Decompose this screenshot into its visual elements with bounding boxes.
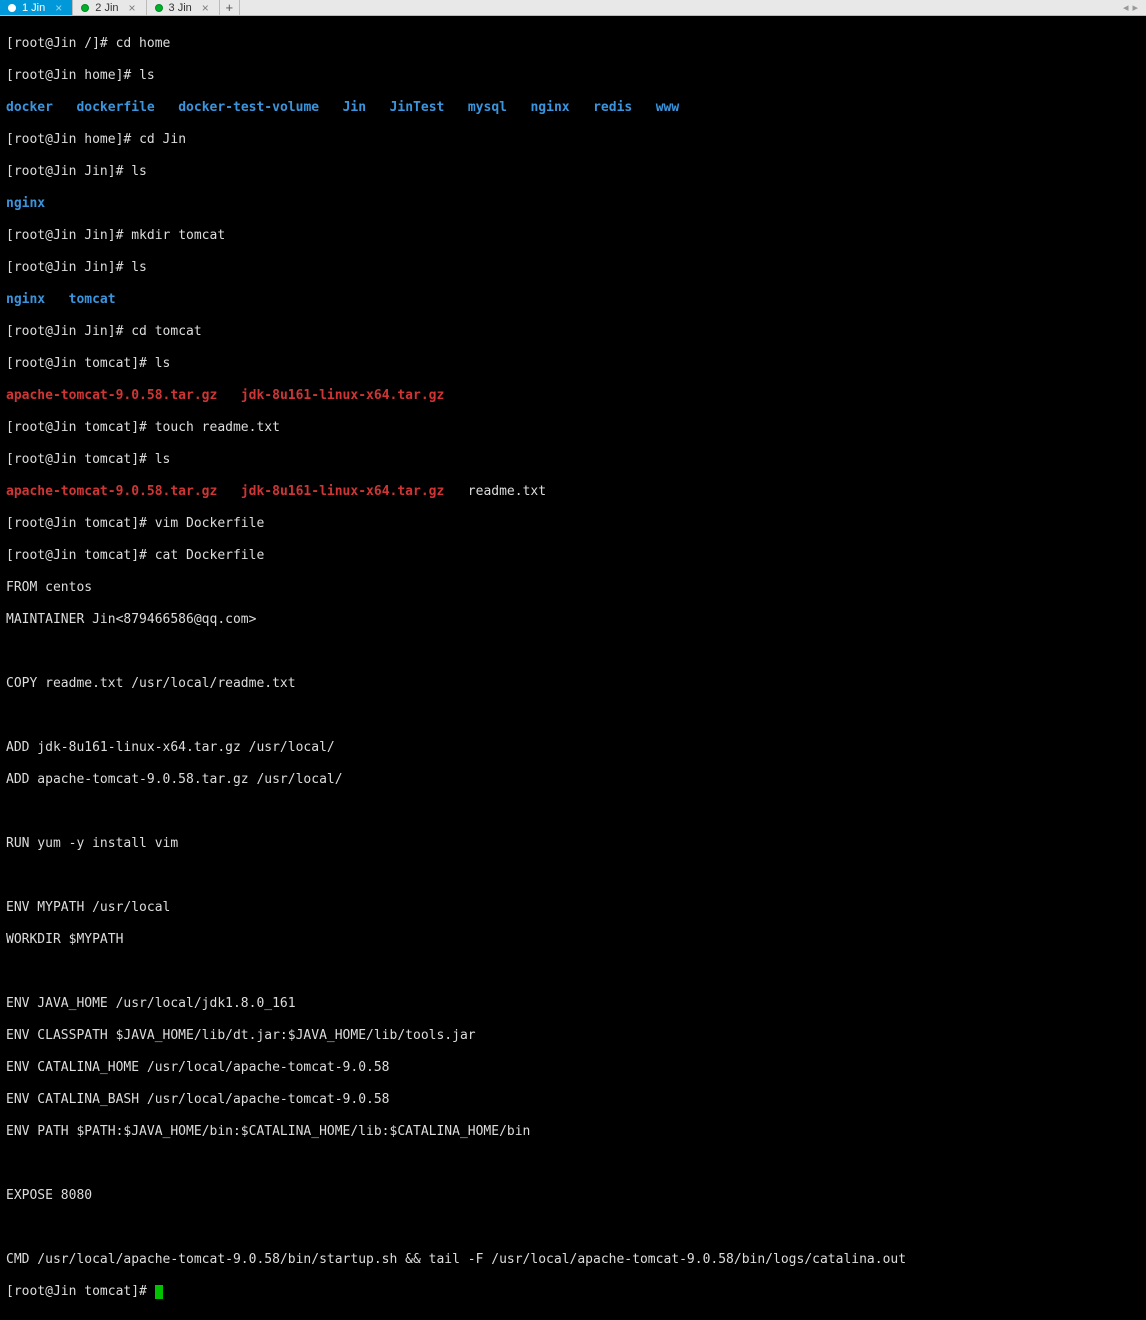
tab-2[interactable]: 2 Jin × (73, 0, 146, 15)
tab-1-label: 1 Jin (22, 2, 45, 14)
ls-output: apache-tomcat-9.0.58.tar.gz jdk-8u161-lin… (6, 484, 1140, 500)
file-entry: jdk-8u161-linux-x64.tar.gz (241, 388, 445, 403)
ls-output: docker dockerfile docker-test-volume Jin Jin… (6, 100, 1140, 116)
terminal[interactable]: [root@Jin /]# cd home [root@Jin home]# l… (0, 16, 1146, 1320)
file-line: ENV JAVA_HOME /usr/local/jdk1.8.0_161 (6, 996, 1140, 1012)
tab-3-close-icon[interactable]: × (202, 1, 209, 15)
file-line: MAINTAINER Jin<879466586@qq.com> (6, 612, 1140, 628)
tab-dot-icon (81, 4, 89, 12)
dir-entry: mysql (468, 100, 507, 115)
prompt: [root@Jin Jin]# (6, 228, 131, 243)
dir-entry: docker (6, 100, 53, 115)
file-entry: apache-tomcat-9.0.58.tar.gz (6, 484, 217, 499)
file-line (6, 868, 1140, 884)
tab-2-close-icon[interactable]: × (129, 1, 136, 15)
file-line (6, 804, 1140, 820)
tab-1[interactable]: 1 Jin × (0, 0, 73, 15)
file-line (6, 644, 1140, 660)
file-line: FROM centos (6, 580, 1140, 596)
command: cd home (116, 36, 171, 51)
file-line: ENV CATALINA_HOME /usr/local/apache-tomc… (6, 1060, 1140, 1076)
file-line: ADD apache-tomcat-9.0.58.tar.gz /usr/loc… (6, 772, 1140, 788)
ls-output: nginx (6, 196, 1140, 212)
command: cd Jin (139, 132, 186, 147)
command: touch readme.txt (155, 420, 280, 435)
command: ls (155, 452, 171, 467)
prompt: [root@Jin /]# (6, 36, 116, 51)
file-line: ENV CLASSPATH $JAVA_HOME/lib/dt.jar:$JAV… (6, 1028, 1140, 1044)
tab-1-close-icon[interactable]: × (55, 1, 62, 15)
tab-bar: 1 Jin × 2 Jin × 3 Jin × + ◂ ▸ (0, 0, 1146, 16)
cursor-icon (155, 1285, 163, 1299)
dir-entry: www (656, 100, 679, 115)
file-line: COPY readme.txt /usr/local/readme.txt (6, 676, 1140, 692)
file-line: RUN yum -y install vim (6, 836, 1140, 852)
command: mkdir tomcat (131, 228, 225, 243)
command: ls (139, 68, 155, 83)
prompt: [root@Jin tomcat]# (6, 1284, 155, 1299)
file-line: ENV PATH $PATH:$JAVA_HOME/bin:$CATALINA_… (6, 1124, 1140, 1140)
prompt: [root@Jin tomcat]# (6, 420, 155, 435)
prompt: [root@Jin Jin]# (6, 164, 131, 179)
dir-entry: docker-test-volume (178, 100, 319, 115)
file-line: ENV MYPATH /usr/local (6, 900, 1140, 916)
prompt: [root@Jin Jin]# (6, 324, 131, 339)
file-line: ENV CATALINA_BASH /usr/local/apache-tomc… (6, 1092, 1140, 1108)
command: ls (131, 164, 147, 179)
command: ls (155, 356, 171, 371)
file-line: ADD jdk-8u161-linux-x64.tar.gz /usr/loca… (6, 740, 1140, 756)
tab-3-label: 3 Jin (169, 2, 192, 14)
dir-entry: Jin (343, 100, 366, 115)
prompt: [root@Jin tomcat]# (6, 356, 155, 371)
dir-entry: JinTest (390, 100, 445, 115)
new-tab-button[interactable]: + (220, 0, 240, 15)
file-entry: apache-tomcat-9.0.58.tar.gz (6, 388, 217, 403)
prompt: [root@Jin tomcat]# (6, 548, 155, 563)
prompt: [root@Jin tomcat]# (6, 452, 155, 467)
prompt: [root@Jin home]# (6, 132, 139, 147)
file-line: WORKDIR $MYPATH (6, 932, 1140, 948)
file-entry: jdk-8u161-linux-x64.tar.gz (241, 484, 445, 499)
file-line (6, 1220, 1140, 1236)
dir-entry: tomcat (69, 292, 116, 307)
file-line: EXPOSE 8080 (6, 1188, 1140, 1204)
tab-scroll-arrows: ◂ ▸ (1115, 1, 1146, 14)
file-line: CMD /usr/local/apache-tomcat-9.0.58/bin/… (6, 1252, 1140, 1268)
file-line (6, 964, 1140, 980)
file-line (6, 1156, 1140, 1172)
dir-entry: nginx (6, 196, 45, 211)
command: vim Dockerfile (155, 516, 265, 531)
prompt: [root@Jin home]# (6, 68, 139, 83)
command: cd tomcat (131, 324, 201, 339)
tab-arrow-right-icon[interactable]: ▸ (1132, 1, 1138, 14)
tab-arrow-left-icon[interactable]: ◂ (1123, 1, 1129, 14)
tab-2-label: 2 Jin (95, 2, 118, 14)
dir-entry: nginx (6, 292, 45, 307)
file-entry: readme.txt (468, 484, 546, 499)
tab-dot-icon (155, 4, 163, 12)
dir-entry: redis (593, 100, 632, 115)
ls-output: apache-tomcat-9.0.58.tar.gz jdk-8u161-lin… (6, 388, 1140, 404)
prompt: [root@Jin tomcat]# (6, 516, 155, 531)
file-line (6, 708, 1140, 724)
dir-entry: nginx (530, 100, 569, 115)
dir-entry: dockerfile (76, 100, 154, 115)
tab-dot-icon (8, 4, 16, 12)
command: ls (131, 260, 147, 275)
prompt: [root@Jin Jin]# (6, 260, 131, 275)
ls-output: nginx tomcat (6, 292, 1140, 308)
tab-3[interactable]: 3 Jin × (147, 0, 220, 15)
command: cat Dockerfile (155, 548, 265, 563)
